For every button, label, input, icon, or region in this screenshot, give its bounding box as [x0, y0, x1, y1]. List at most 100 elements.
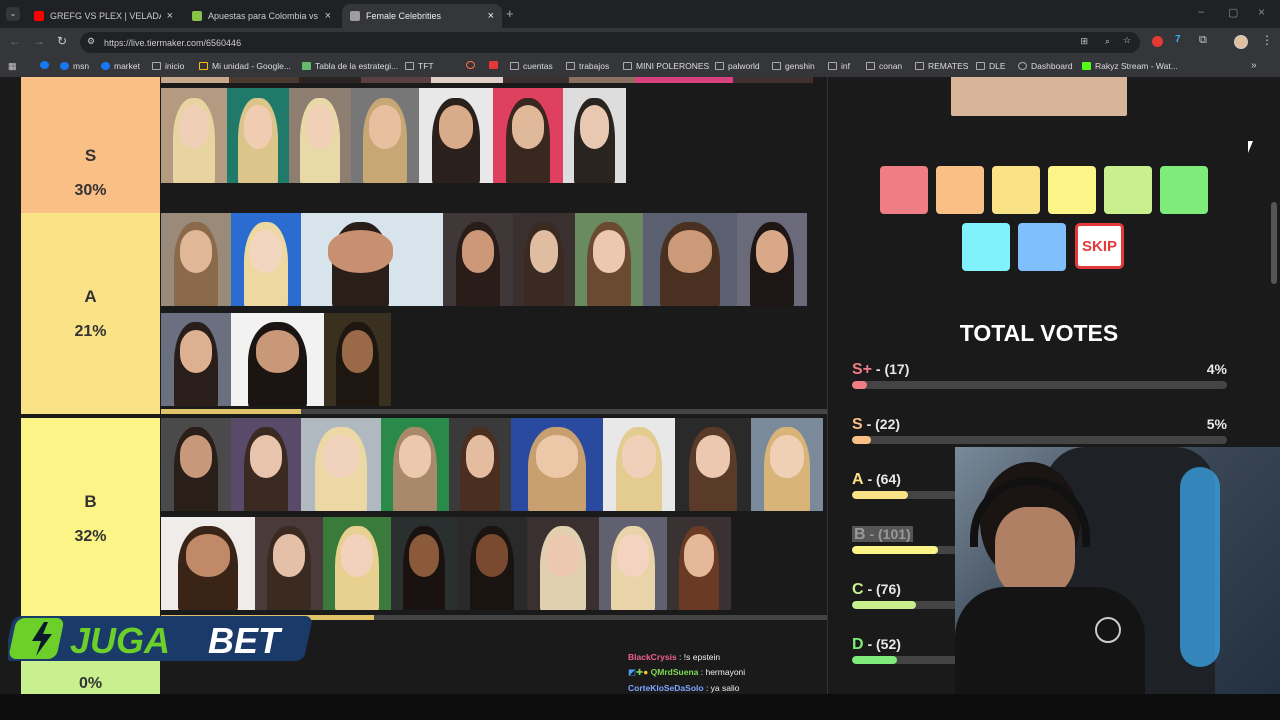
site-info-icon[interactable]: ⚙ — [87, 36, 95, 47]
bookmark[interactable]: Dashboard — [1018, 61, 1073, 71]
bookmark[interactable]: palworld — [715, 61, 760, 71]
back-icon[interactable]: ← — [9, 34, 21, 48]
vote-button-s[interactable] — [936, 166, 984, 214]
close-icon[interactable]: × — [325, 10, 331, 22]
celebrity-image[interactable] — [231, 313, 324, 406]
celebrity-image[interactable] — [161, 418, 231, 511]
celebrity-image[interactable] — [493, 88, 563, 183]
bookmark[interactable]: MINI POLERONES — [623, 61, 709, 71]
forward-icon[interactable]: → — [33, 34, 45, 48]
bookmark[interactable] — [489, 61, 502, 69]
celebrity-image[interactable] — [289, 88, 351, 183]
address-bar[interactable]: ⚙ https://live.tiermaker.com/6560446 ⊞ ⌕… — [80, 32, 1140, 53]
celebrity-image[interactable] — [361, 77, 431, 83]
celebrity-image[interactable] — [227, 88, 289, 183]
plus-icon[interactable]: + — [506, 6, 514, 21]
bookmark[interactable]: trabajos — [566, 61, 609, 71]
bookmark[interactable]: market — [101, 61, 140, 71]
apps-grid-icon[interactable]: ▦ — [8, 61, 17, 72]
celebrity-image[interactable] — [231, 418, 301, 511]
celebrity-image[interactable] — [513, 213, 575, 306]
avatar[interactable] — [1234, 35, 1248, 49]
bookmark[interactable]: inf — [828, 61, 850, 71]
bookmark[interactable]: Tabla de la estrategi... — [302, 61, 398, 71]
vote-button-f[interactable] — [1018, 223, 1066, 271]
celebrity-image[interactable] — [161, 88, 227, 183]
restore-icon[interactable]: ▢ — [1228, 6, 1238, 19]
celebrity-image[interactable] — [255, 517, 323, 610]
celebrity-image[interactable] — [603, 418, 675, 511]
celebrity-image[interactable] — [229, 77, 299, 83]
celebrity-image[interactable] — [323, 517, 391, 610]
celebrity-image[interactable] — [301, 418, 381, 511]
bookmark[interactable]: REMATES — [915, 61, 968, 71]
translate-icon[interactable]: ⊞ — [1080, 36, 1088, 47]
celebrity-image[interactable] — [443, 213, 513, 306]
close-icon[interactable]: × — [488, 10, 494, 22]
celebrity-image[interactable] — [324, 313, 391, 406]
skip-button[interactable]: SKIP — [1075, 223, 1124, 269]
extension-7tv-icon[interactable]: 7 — [1175, 34, 1181, 45]
bookmark[interactable] — [466, 61, 479, 69]
celebrity-image[interactable] — [643, 213, 737, 306]
minimize-icon[interactable]: – — [1198, 6, 1204, 18]
star-icon[interactable]: ☆ — [1123, 35, 1131, 46]
celebrity-image[interactable] — [419, 88, 493, 183]
celebrity-image[interactable] — [431, 77, 503, 83]
celebrity-image[interactable] — [527, 517, 599, 610]
bookmark[interactable]: DLE — [976, 61, 1006, 71]
bookmark[interactable]: conan — [866, 61, 902, 71]
vote-button-d[interactable] — [1160, 166, 1208, 214]
vote-button-e[interactable] — [962, 223, 1010, 271]
celebrity-image[interactable] — [733, 77, 813, 83]
celebrity-image[interactable] — [737, 213, 807, 306]
window-close-icon[interactable]: × — [1258, 5, 1265, 19]
tab-search-button[interactable]: ⌄ — [6, 7, 20, 21]
celebrity-image[interactable] — [457, 517, 527, 610]
celebrity-image[interactable] — [575, 213, 643, 306]
reload-icon[interactable]: ↻ — [57, 34, 67, 48]
zoom-icon[interactable]: ⌕ — [1105, 36, 1110, 47]
celebrity-image[interactable] — [301, 213, 443, 306]
celebrity-image[interactable] — [351, 88, 419, 183]
celebrity-image[interactable] — [161, 517, 255, 610]
celebrity-image[interactable] — [675, 418, 751, 511]
bookmark[interactable]: Rakyz Stream - Wat... — [1082, 61, 1178, 71]
vote-button-a[interactable] — [992, 166, 1040, 214]
close-icon[interactable]: × — [167, 10, 173, 22]
celebrity-image[interactable] — [299, 77, 361, 83]
bookmark[interactable] — [40, 61, 53, 69]
bookmark[interactable]: inicio — [152, 61, 184, 71]
celebrity-image[interactable] — [381, 418, 449, 511]
celebrity-image[interactable] — [161, 213, 231, 306]
celebrity-image[interactable] — [563, 88, 626, 183]
bookmark[interactable]: cuentas — [510, 61, 553, 71]
vote-button-s-plus[interactable] — [880, 166, 928, 214]
celebrity-image[interactable] — [599, 517, 667, 610]
scrollbar-thumb[interactable] — [1271, 202, 1277, 284]
vote-button-b[interactable] — [1048, 166, 1096, 214]
bookmarks-overflow-icon[interactable]: » — [1251, 60, 1257, 71]
celebrity-image[interactable] — [449, 418, 511, 511]
celebrity-image[interactable] — [751, 418, 823, 511]
extensions-puzzle-icon[interactable]: ⧉ — [1199, 34, 1207, 47]
celebrity-image[interactable] — [569, 77, 635, 83]
extension-record-icon[interactable] — [1152, 36, 1163, 47]
celebrity-image[interactable] — [511, 418, 603, 511]
browser-tab-active[interactable]: Female Celebrities × — [342, 4, 502, 28]
celebrity-image[interactable] — [161, 77, 229, 83]
bookmark[interactable]: TFT — [405, 61, 434, 71]
celebrity-image[interactable] — [231, 213, 301, 306]
bookmark[interactable]: msn — [60, 61, 89, 71]
more-menu-icon[interactable]: ⋮ — [1261, 33, 1273, 47]
vote-button-c[interactable] — [1104, 166, 1152, 214]
browser-tab[interactable]: Apuestas para Colombia vs Fra × — [184, 4, 339, 28]
celebrity-image[interactable] — [391, 517, 457, 610]
celebrity-image[interactable] — [503, 77, 569, 83]
celebrity-image[interactable] — [635, 77, 733, 83]
celebrity-image[interactable] — [161, 313, 231, 406]
bookmark[interactable]: Mi unidad - Google... — [199, 61, 291, 71]
browser-tab[interactable]: GREFG VS PLEX | VELADA DEL A × — [26, 4, 181, 28]
celebrity-image[interactable] — [667, 517, 731, 610]
bookmark[interactable]: genshin — [772, 61, 815, 71]
